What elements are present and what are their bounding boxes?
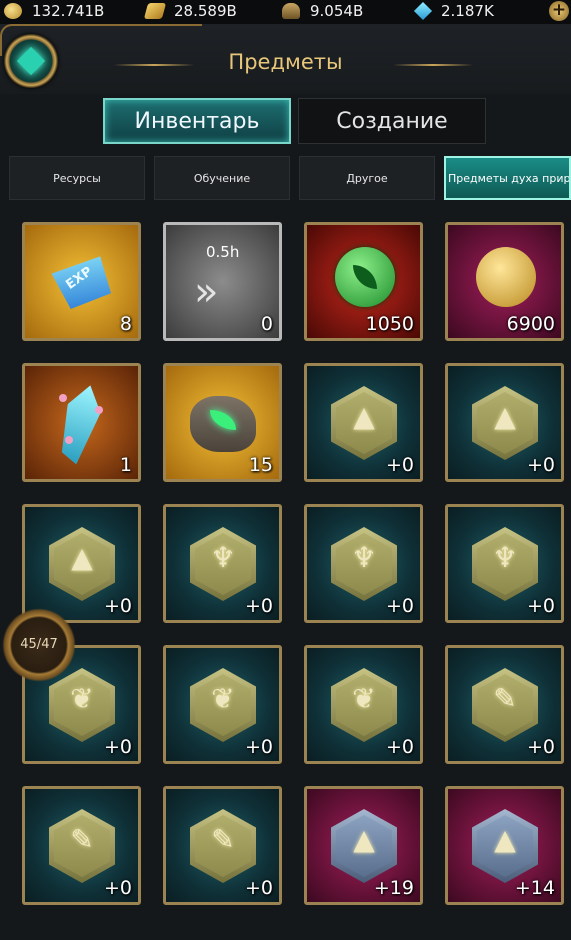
mountain-icon: ▲ (494, 823, 516, 856)
sprout-icon: ♆ (492, 541, 518, 574)
subtab-nature-spirit-items[interactable]: Предметы духа природы (444, 156, 571, 200)
tree-coin-icon (476, 247, 536, 307)
resource-coins-value: 132.741B (32, 2, 105, 20)
speedup-duration: 0.5h (206, 243, 240, 261)
leaf-icon (210, 410, 236, 430)
item-count: +0 (103, 877, 132, 899)
resource-helmet-value: 9.054B (310, 2, 364, 20)
capacity-text: 45/47 (20, 637, 58, 652)
inventory-item[interactable]: ▲ +19 (304, 786, 423, 905)
inventory-item[interactable]: ♆ +0 (304, 504, 423, 623)
leaf-stone-icon (190, 396, 256, 452)
item-count: 0 (260, 313, 273, 335)
leaf-icon: ❦ (70, 682, 94, 715)
inventory-item[interactable]: 1 (22, 363, 141, 482)
subtab-training[interactable]: Обучение (154, 156, 290, 200)
item-count: +0 (385, 736, 414, 758)
subtab-other[interactable]: Другое (299, 156, 435, 200)
mountain-icon: ▲ (494, 400, 516, 433)
item-count: 8 (119, 313, 132, 335)
tab-crafting[interactable]: Создание (298, 98, 486, 144)
inventory-item[interactable]: ❦ +0 (163, 645, 282, 764)
title-ornament-right (393, 64, 473, 66)
item-count: +0 (103, 595, 132, 617)
leaf-icon: ❦ (211, 682, 235, 715)
resource-bar: 132.741B 28.589B 9.054B 2.187K + (0, 0, 571, 24)
inventory-capacity-badge[interactable]: 45/47 (2, 608, 76, 682)
mountain-icon: ▲ (353, 823, 375, 856)
inventory-item[interactable]: ▲ +14 (445, 786, 564, 905)
inventory-item[interactable]: EXP 8 (22, 222, 141, 341)
mountain-icon: ▲ (353, 400, 375, 433)
item-count: +14 (514, 877, 555, 899)
mountain-icon: ▲ (71, 541, 93, 574)
item-count: +19 (373, 877, 414, 899)
item-count: +0 (103, 736, 132, 758)
resource-diamond-value: 2.187K (441, 2, 494, 20)
leaf-icon: ❦ (352, 682, 376, 715)
coin-icon (4, 3, 22, 19)
leaf-icon (353, 265, 377, 289)
inventory-item[interactable]: ✎ +0 (445, 645, 564, 764)
item-count: 1 (119, 454, 132, 476)
inventory-item[interactable]: ▲ +0 (445, 363, 564, 482)
inventory-item[interactable]: ♆ +0 (163, 504, 282, 623)
inventory-item[interactable]: 15 (163, 363, 282, 482)
feather-icon: ✎ (493, 682, 517, 715)
item-count: +0 (526, 454, 555, 476)
page-title: Предметы (228, 50, 343, 74)
resource-helmet[interactable]: 9.054B (282, 2, 363, 20)
tab-inventory[interactable]: Инвентарь (103, 98, 291, 144)
item-count: +0 (244, 595, 273, 617)
resource-coins[interactable]: 132.741B (4, 2, 104, 20)
inventory-item[interactable]: 1050 (304, 222, 423, 341)
feather-icon: ✎ (70, 823, 94, 856)
inventory-item[interactable]: ❦ +0 (304, 645, 423, 764)
feather-icon: ✎ (211, 823, 235, 856)
resource-food[interactable]: 28.589B (143, 2, 237, 20)
resource-diamond[interactable]: 2.187K (413, 1, 494, 21)
inventory-item[interactable]: ▲ +0 (22, 504, 141, 623)
item-count: +0 (244, 877, 273, 899)
speedup-arrows-icon: » (194, 269, 219, 315)
item-count: +0 (385, 454, 414, 476)
flower-petal (59, 394, 67, 402)
inventory-item[interactable]: ✎ +0 (22, 786, 141, 905)
item-count: +0 (244, 736, 273, 758)
resource-food-value: 28.589B (174, 2, 237, 20)
flower-petal (65, 436, 73, 444)
sprout-icon: ♆ (210, 541, 236, 574)
inventory-item[interactable]: ▲ +0 (304, 363, 423, 482)
item-count: +0 (526, 736, 555, 758)
item-count: +0 (526, 595, 555, 617)
subtab-resources[interactable]: Ресурсы (9, 156, 145, 200)
item-count: +0 (385, 595, 414, 617)
nature-coin-icon (335, 247, 395, 307)
diamond-icon (413, 1, 433, 21)
inventory-item[interactable]: 6900 (445, 222, 564, 341)
flower-petal (95, 406, 103, 414)
add-resource-button[interactable]: + (549, 1, 569, 21)
sprout-icon: ♆ (351, 541, 377, 574)
inventory-item[interactable]: ♆ +0 (445, 504, 564, 623)
item-count: 1050 (365, 313, 414, 335)
inventory-item[interactable]: ✎ +0 (163, 786, 282, 905)
helmet-icon (282, 3, 300, 19)
inventory-item[interactable]: 0.5h » 0 (163, 222, 282, 341)
bread-icon (143, 3, 167, 19)
item-count: 6900 (506, 313, 555, 335)
item-count: 15 (248, 454, 273, 476)
